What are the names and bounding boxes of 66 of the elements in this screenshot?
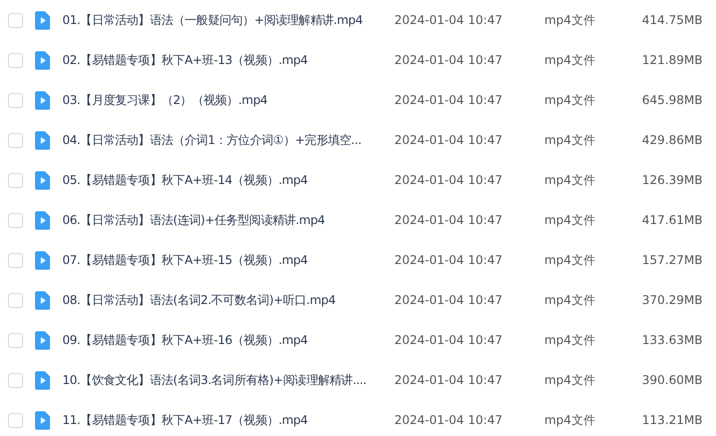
file-name[interactable]: 05.【易错题专项】秋下A+班-14（视频）.mp4 bbox=[62, 172, 390, 188]
file-size: 370.29MB bbox=[642, 292, 702, 309]
checkbox[interactable] bbox=[8, 92, 23, 108]
video-file-icon bbox=[34, 130, 50, 150]
file-type: mp4文件 bbox=[544, 212, 596, 229]
file-type: mp4文件 bbox=[544, 292, 596, 309]
file-size: 157.27MB bbox=[642, 252, 702, 269]
file-type: mp4文件 bbox=[544, 12, 596, 29]
file-size: 126.39MB bbox=[642, 172, 702, 189]
modified-date: 2024-01-04 10:47 bbox=[394, 372, 504, 389]
file-name[interactable]: 03.【月度复习课】（2）（视频）.mp4 bbox=[62, 92, 390, 108]
modified-date: 2024-01-04 10:47 bbox=[394, 132, 504, 149]
checkbox[interactable] bbox=[8, 372, 23, 388]
checkbox[interactable] bbox=[8, 212, 23, 228]
video-file-icon bbox=[34, 170, 50, 190]
file-size: 133.63MB bbox=[642, 332, 702, 349]
video-file-icon bbox=[34, 90, 50, 110]
file-type: mp4文件 bbox=[544, 412, 596, 429]
file-size: 429.86MB bbox=[642, 132, 702, 149]
checkbox[interactable] bbox=[8, 172, 23, 188]
video-file-icon bbox=[34, 330, 50, 350]
file-name[interactable]: 10.【饮食文化】语法(名词3.名词所有格)+阅读理解精讲.... bbox=[62, 372, 390, 388]
file-name[interactable]: 04.【日常活动】语法（介词1：方位介词①）+完形填空... bbox=[62, 132, 390, 148]
video-file-icon bbox=[34, 410, 50, 430]
file-type: mp4文件 bbox=[544, 172, 596, 189]
modified-date: 2024-01-04 10:47 bbox=[394, 92, 504, 109]
file-name[interactable]: 02.【易错题专项】秋下A+班-13（视频）.mp4 bbox=[62, 52, 390, 68]
video-file-icon bbox=[34, 290, 50, 310]
file-name[interactable]: 11.【易错题专项】秋下A+班-17（视频）.mp4 bbox=[62, 412, 390, 428]
file-size: 390.60MB bbox=[642, 372, 702, 389]
file-size: 113.21MB bbox=[642, 412, 702, 429]
file-name[interactable]: 06.【日常活动】语法(连词)+任务型阅读精讲.mp4 bbox=[62, 212, 390, 228]
file-type: mp4文件 bbox=[544, 92, 596, 109]
file-type: mp4文件 bbox=[544, 52, 596, 69]
checkbox[interactable] bbox=[8, 12, 23, 28]
modified-date: 2024-01-04 10:47 bbox=[394, 412, 504, 429]
video-file-icon bbox=[34, 10, 50, 30]
modified-date: 2024-01-04 10:47 bbox=[394, 52, 504, 69]
checkbox[interactable] bbox=[8, 332, 23, 348]
file-name[interactable]: 01.【日常活动】语法（一般疑问句）+阅读理解精讲.mp4 bbox=[62, 12, 390, 28]
video-file-icon bbox=[34, 210, 50, 230]
file-name[interactable]: 09.【易错题专项】秋下A+班-16（视频）.mp4 bbox=[62, 332, 390, 348]
modified-date: 2024-01-04 10:47 bbox=[394, 212, 504, 229]
file-type: mp4文件 bbox=[544, 132, 596, 149]
video-file-icon bbox=[34, 250, 50, 270]
file-type: mp4文件 bbox=[544, 332, 596, 349]
modified-date: 2024-01-04 10:47 bbox=[394, 172, 504, 189]
video-file-icon bbox=[34, 50, 50, 70]
modified-date: 2024-01-04 10:47 bbox=[394, 252, 504, 269]
file-type: mp4文件 bbox=[544, 372, 596, 389]
file-size: 417.61MB bbox=[642, 212, 702, 229]
file-size: 645.98MB bbox=[642, 92, 702, 109]
file-size: 414.75MB bbox=[642, 12, 702, 29]
checkbox[interactable] bbox=[8, 412, 23, 428]
video-file-icon bbox=[34, 370, 50, 390]
checkbox[interactable] bbox=[8, 292, 23, 308]
modified-date: 2024-01-04 10:47 bbox=[394, 292, 504, 309]
checkbox[interactable] bbox=[8, 52, 23, 68]
checkbox[interactable] bbox=[8, 252, 23, 268]
modified-date: 2024-01-04 10:47 bbox=[394, 12, 504, 29]
checkbox[interactable] bbox=[8, 132, 23, 148]
file-name[interactable]: 08.【日常活动】语法(名词2.不可数名词)+听口.mp4 bbox=[62, 292, 390, 308]
modified-date: 2024-01-04 10:47 bbox=[394, 332, 504, 349]
file-name[interactable]: 07.【易错题专项】秋下A+班-15（视频）.mp4 bbox=[62, 252, 390, 268]
file-type: mp4文件 bbox=[544, 252, 596, 269]
file-size: 121.89MB bbox=[642, 52, 702, 69]
